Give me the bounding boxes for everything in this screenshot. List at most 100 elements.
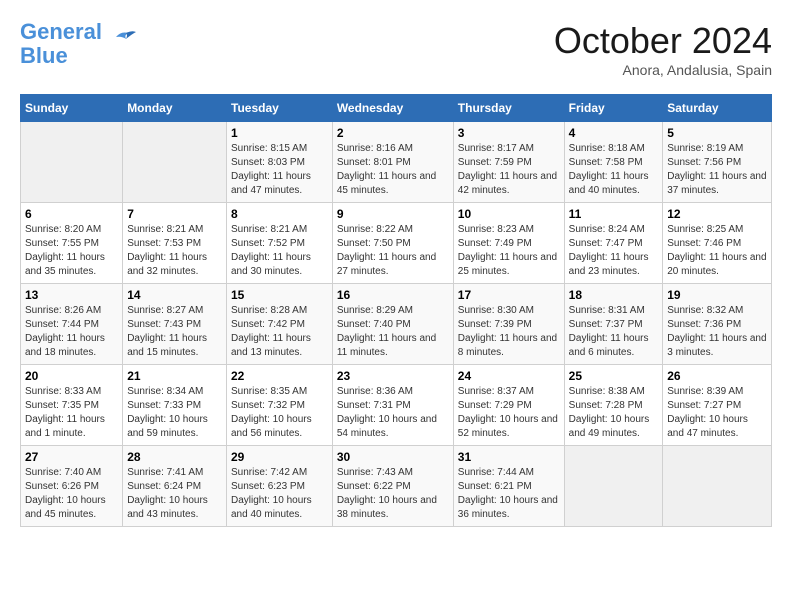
day-number: 13: [25, 288, 118, 302]
calendar-cell: 22Sunrise: 8:35 AM Sunset: 7:32 PM Dayli…: [227, 365, 333, 446]
day-number: 26: [667, 369, 767, 383]
calendar-table: SundayMondayTuesdayWednesdayThursdayFrid…: [20, 94, 772, 527]
day-number: 19: [667, 288, 767, 302]
calendar-cell: 13 Sunrise: 8:26 AM Sunset: 7:44 PM Dayli…: [21, 284, 123, 365]
calendar-cell: 18Sunrise: 8:31 AM Sunset: 7:37 PM Dayli…: [564, 284, 663, 365]
calendar-cell: 3 Sunrise: 8:17 AM Sunset: 7:59 PM Daylig…: [453, 122, 564, 203]
calendar-cell: 19 Sunrise: 8:32 AM Sunset: 7:36 PM Dayli…: [663, 284, 772, 365]
day-number: 31: [458, 450, 560, 464]
day-number: 3: [458, 126, 560, 140]
calendar-cell: 21Sunrise: 8:34 AM Sunset: 7:33 PM Dayli…: [123, 365, 227, 446]
calendar-week-row: 20Sunrise: 8:33 AM Sunset: 7:35 PM Dayli…: [21, 365, 772, 446]
day-info: Sunrise: 8:38 AM Sunset: 7:28 PM Dayligh…: [569, 385, 659, 441]
calendar-cell: 20Sunrise: 8:33 AM Sunset: 7:35 PM Dayli…: [21, 365, 123, 446]
calendar-cell: 12 Sunrise: 8:25 AM Sunset: 7:46 PM Dayli…: [663, 203, 772, 284]
day-info: Sunrise: 8:32 AM Sunset: 7:36 PM Dayligh…: [667, 304, 767, 360]
day-number: 9: [337, 207, 449, 221]
day-number: 7: [127, 207, 222, 221]
calendar-cell: 28Sunrise: 7:41 AM Sunset: 6:24 PM Dayli…: [123, 446, 227, 527]
day-number: 1: [231, 126, 328, 140]
day-info: Sunrise: 8:16 AM Sunset: 8:01 PM Dayligh…: [337, 142, 449, 198]
day-number: 15: [231, 288, 328, 302]
calendar-cell: 30 Sunrise: 7:43 AM Sunset: 6:22 PM Dayli…: [332, 446, 453, 527]
calendar-cell: 4 Sunrise: 8:18 AM Sunset: 7:58 PM Daylig…: [564, 122, 663, 203]
day-number: 28: [127, 450, 222, 464]
day-number: 8: [231, 207, 328, 221]
calendar-cell: 2 Sunrise: 8:16 AM Sunset: 8:01 PM Daylig…: [332, 122, 453, 203]
day-info: Sunrise: 8:26 AM Sunset: 7:44 PM Dayligh…: [25, 304, 118, 360]
day-number: 25: [569, 369, 659, 383]
weekday-header-row: SundayMondayTuesdayWednesdayThursdayFrid…: [21, 95, 772, 122]
logo-bird-icon: [106, 29, 136, 49]
calendar-cell: 11 Sunrise: 8:24 AM Sunset: 7:47 PM Dayli…: [564, 203, 663, 284]
calendar-week-row: 6Sunrise: 8:20 AM Sunset: 7:55 PM Daylig…: [21, 203, 772, 284]
day-info: Sunrise: 7:43 AM Sunset: 6:22 PM Dayligh…: [337, 466, 449, 522]
day-number: 29: [231, 450, 328, 464]
day-number: 10: [458, 207, 560, 221]
day-number: 30: [337, 450, 449, 464]
calendar-cell: 5 Sunrise: 8:19 AM Sunset: 7:56 PM Daylig…: [663, 122, 772, 203]
day-info: Sunrise: 8:23 AM Sunset: 7:49 PM Dayligh…: [458, 223, 560, 279]
day-info: Sunrise: 8:19 AM Sunset: 7:56 PM Dayligh…: [667, 142, 767, 198]
calendar-week-row: 13 Sunrise: 8:26 AM Sunset: 7:44 PM Dayli…: [21, 284, 772, 365]
calendar-cell: 7 Sunrise: 8:21 AM Sunset: 7:53 PM Daylig…: [123, 203, 227, 284]
weekday-header: Tuesday: [227, 95, 333, 122]
weekday-header: Friday: [564, 95, 663, 122]
day-info: Sunrise: 7:42 AM Sunset: 6:23 PM Dayligh…: [231, 466, 328, 522]
weekday-header: Thursday: [453, 95, 564, 122]
page-header: GeneralBlue October 2024 Anora, Andalusi…: [20, 20, 772, 78]
day-number: 17: [458, 288, 560, 302]
calendar-cell: 17Sunrise: 8:30 AM Sunset: 7:39 PM Dayli…: [453, 284, 564, 365]
day-info: Sunrise: 8:31 AM Sunset: 7:37 PM Dayligh…: [569, 304, 659, 360]
day-info: Sunrise: 8:28 AM Sunset: 7:42 PM Dayligh…: [231, 304, 328, 360]
calendar-cell: 14Sunrise: 8:27 AM Sunset: 7:43 PM Dayli…: [123, 284, 227, 365]
calendar-cell: 31 Sunrise: 7:44 AM Sunset: 6:21 PM Dayli…: [453, 446, 564, 527]
day-info: Sunrise: 7:44 AM Sunset: 6:21 PM Dayligh…: [458, 466, 560, 522]
day-number: 6: [25, 207, 118, 221]
weekday-header: Monday: [123, 95, 227, 122]
title-section: October 2024 Anora, Andalusia, Spain: [554, 20, 772, 78]
logo: GeneralBlue: [20, 20, 136, 68]
day-info: Sunrise: 8:15 AM Sunset: 8:03 PM Dayligh…: [231, 142, 328, 198]
day-number: 11: [569, 207, 659, 221]
calendar-cell: 16Sunrise: 8:29 AM Sunset: 7:40 PM Dayli…: [332, 284, 453, 365]
day-number: 14: [127, 288, 222, 302]
calendar-cell: 1 Sunrise: 8:15 AM Sunset: 8:03 PM Daylig…: [227, 122, 333, 203]
day-number: 4: [569, 126, 659, 140]
day-info: Sunrise: 7:40 AM Sunset: 6:26 PM Dayligh…: [25, 466, 118, 522]
day-number: 2: [337, 126, 449, 140]
day-info: Sunrise: 8:34 AM Sunset: 7:33 PM Dayligh…: [127, 385, 222, 441]
day-number: 16: [337, 288, 449, 302]
calendar-week-row: 1 Sunrise: 8:15 AM Sunset: 8:03 PM Daylig…: [21, 122, 772, 203]
calendar-cell: 27 Sunrise: 7:40 AM Sunset: 6:26 PM Dayli…: [21, 446, 123, 527]
location-subtitle: Anora, Andalusia, Spain: [554, 62, 772, 78]
day-info: Sunrise: 8:22 AM Sunset: 7:50 PM Dayligh…: [337, 223, 449, 279]
calendar-cell: [663, 446, 772, 527]
calendar-cell: 24 Sunrise: 8:37 AM Sunset: 7:29 PM Dayli…: [453, 365, 564, 446]
day-info: Sunrise: 8:25 AM Sunset: 7:46 PM Dayligh…: [667, 223, 767, 279]
day-info: Sunrise: 8:17 AM Sunset: 7:59 PM Dayligh…: [458, 142, 560, 198]
calendar-cell: [123, 122, 227, 203]
weekday-header: Saturday: [663, 95, 772, 122]
calendar-cell: 9 Sunrise: 8:22 AM Sunset: 7:50 PM Daylig…: [332, 203, 453, 284]
calendar-cell: 23Sunrise: 8:36 AM Sunset: 7:31 PM Dayli…: [332, 365, 453, 446]
calendar-week-row: 27 Sunrise: 7:40 AM Sunset: 6:26 PM Dayli…: [21, 446, 772, 527]
calendar-cell: 29 Sunrise: 7:42 AM Sunset: 6:23 PM Dayli…: [227, 446, 333, 527]
day-info: Sunrise: 8:37 AM Sunset: 7:29 PM Dayligh…: [458, 385, 560, 441]
day-number: 24: [458, 369, 560, 383]
calendar-cell: [564, 446, 663, 527]
calendar-cell: 15 Sunrise: 8:28 AM Sunset: 7:42 PM Dayli…: [227, 284, 333, 365]
day-info: Sunrise: 8:21 AM Sunset: 7:52 PM Dayligh…: [231, 223, 328, 279]
day-number: 5: [667, 126, 767, 140]
weekday-header: Sunday: [21, 95, 123, 122]
day-number: 12: [667, 207, 767, 221]
calendar-cell: 25 Sunrise: 8:38 AM Sunset: 7:28 PM Dayli…: [564, 365, 663, 446]
day-info: Sunrise: 8:18 AM Sunset: 7:58 PM Dayligh…: [569, 142, 659, 198]
day-info: Sunrise: 8:24 AM Sunset: 7:47 PM Dayligh…: [569, 223, 659, 279]
day-number: 27: [25, 450, 118, 464]
calendar-cell: [21, 122, 123, 203]
day-info: Sunrise: 8:35 AM Sunset: 7:32 PM Dayligh…: [231, 385, 328, 441]
day-info: Sunrise: 8:21 AM Sunset: 7:53 PM Dayligh…: [127, 223, 222, 279]
month-title: October 2024: [554, 20, 772, 62]
calendar-cell: 26Sunrise: 8:39 AM Sunset: 7:27 PM Dayli…: [663, 365, 772, 446]
